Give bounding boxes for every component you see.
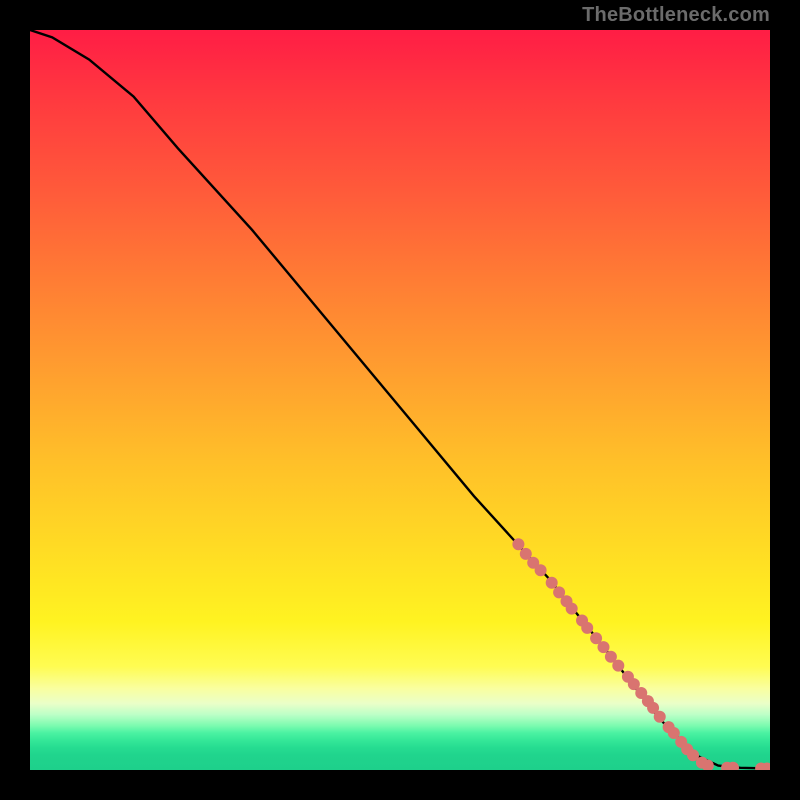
data-marker bbox=[546, 577, 558, 589]
data-marker bbox=[512, 538, 524, 550]
data-marker bbox=[535, 564, 547, 576]
data-marker bbox=[581, 622, 593, 634]
marker-group bbox=[512, 538, 770, 770]
watermark-text: TheBottleneck.com bbox=[582, 4, 770, 27]
main-curve bbox=[30, 30, 770, 769]
chart-svg bbox=[30, 30, 770, 770]
chart-frame: TheBottleneck.com bbox=[0, 0, 800, 800]
data-marker bbox=[612, 660, 624, 672]
plot-area bbox=[30, 30, 770, 770]
data-marker bbox=[654, 711, 666, 723]
data-marker bbox=[566, 603, 578, 615]
data-marker bbox=[598, 641, 610, 653]
